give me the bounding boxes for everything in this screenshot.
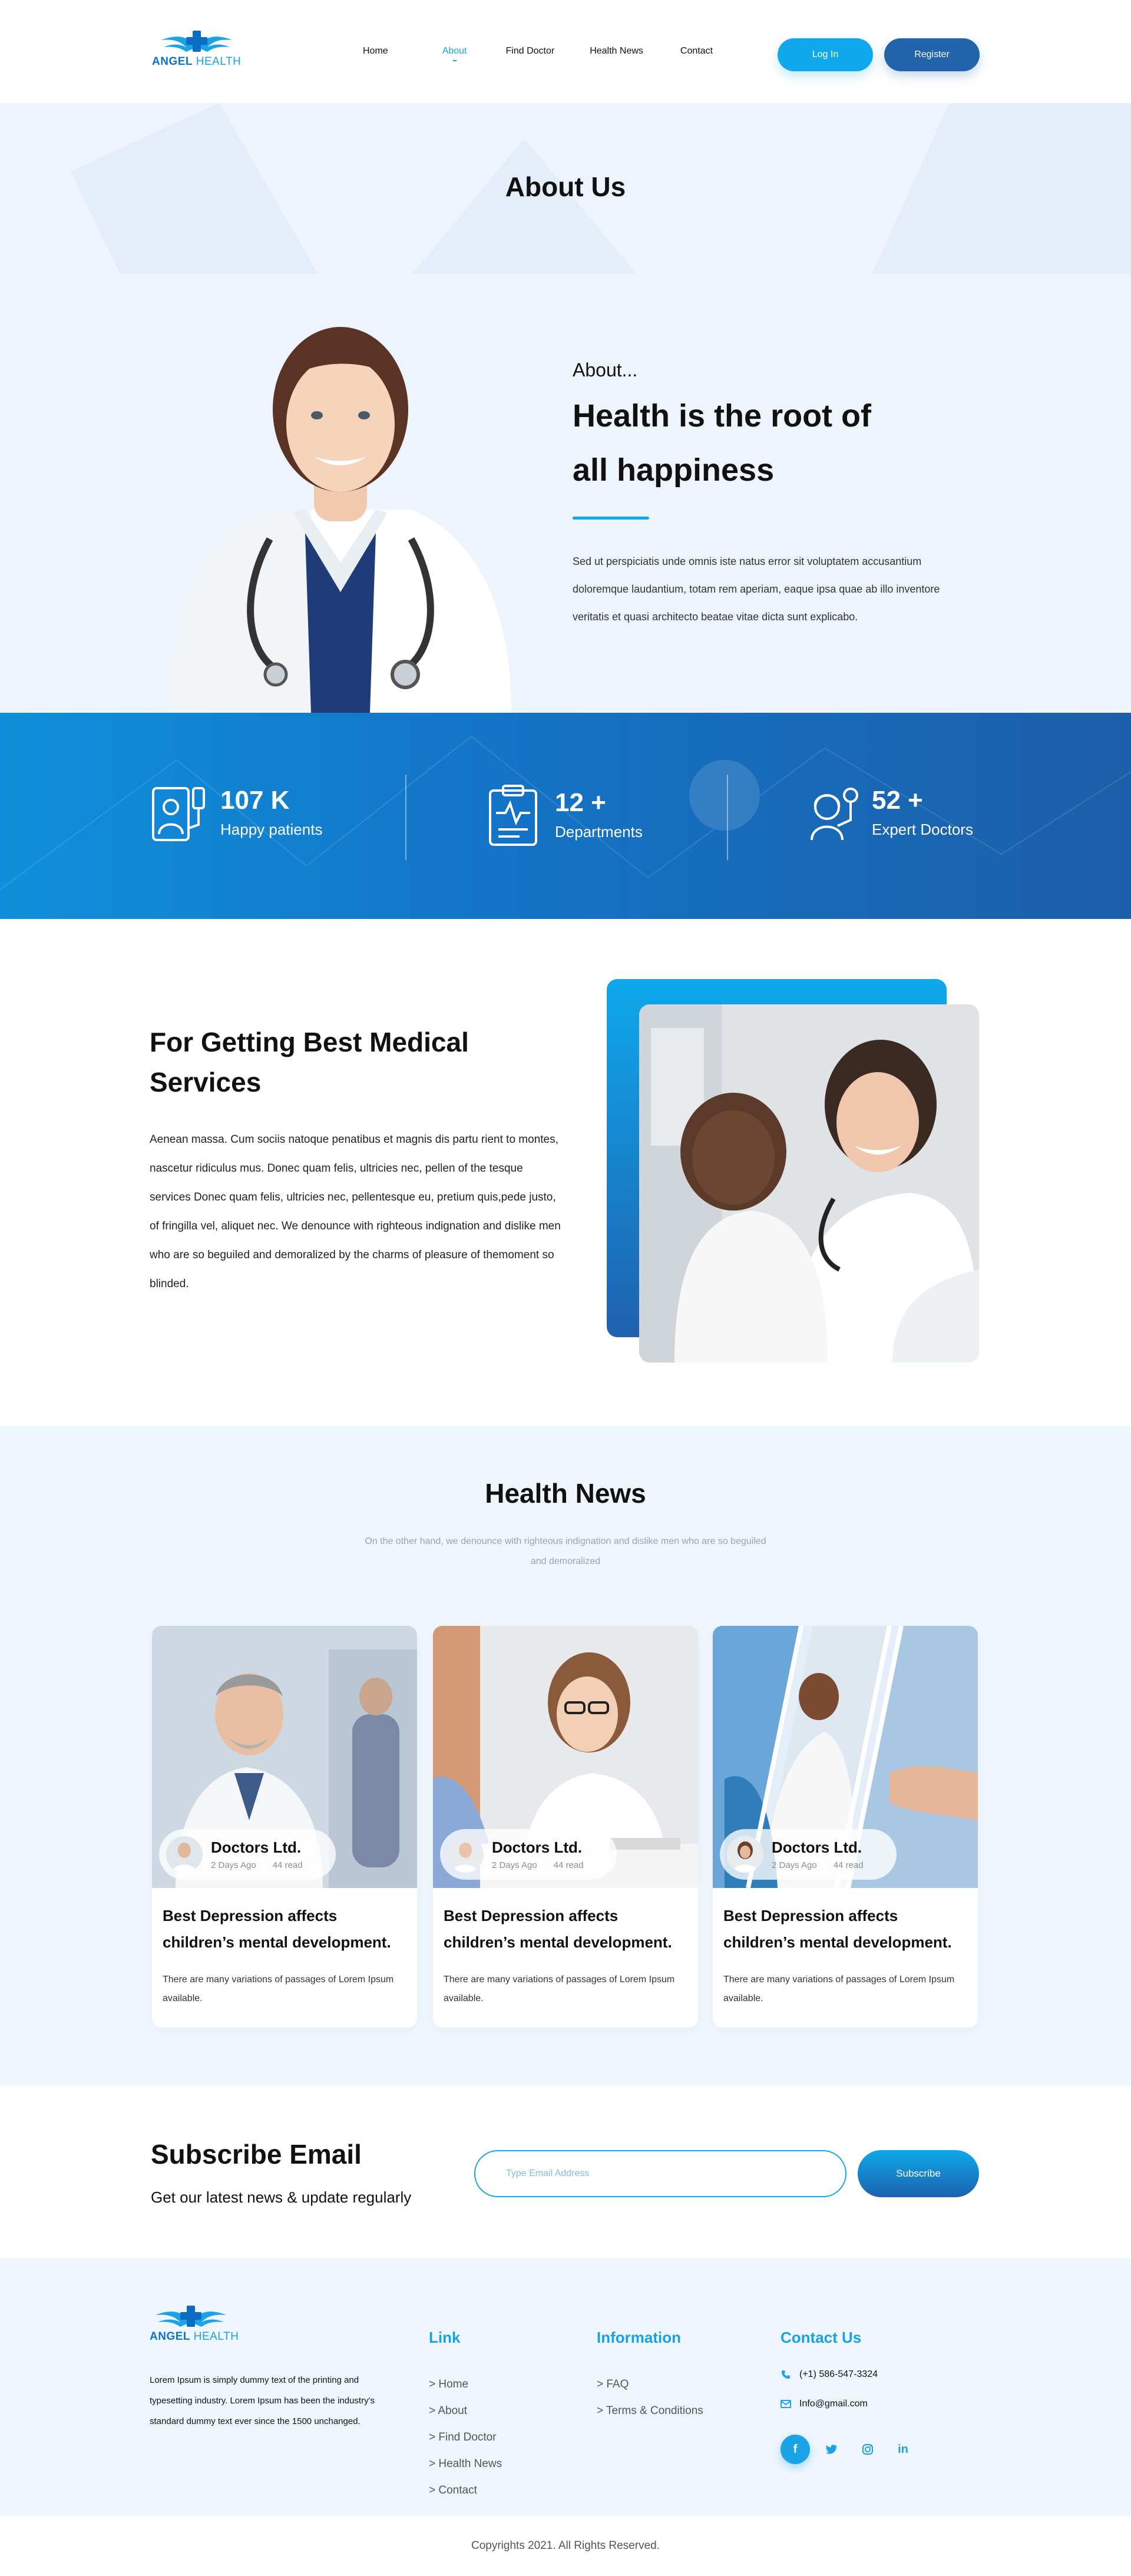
footer-link-faq[interactable]: > FAQ <box>597 2371 703 2398</box>
services-text: Aenean massa. Cum sociis natoque penatib… <box>150 1133 561 1290</box>
author-name: Doctors Ltd. <box>211 1838 302 1856</box>
site-header: ANGEL HEALTH Home About Find Doctor Heal… <box>0 0 1131 103</box>
page: ANGEL HEALTH Home About Find Doctor Heal… <box>0 0 1131 2576</box>
angel-wings-cross-icon <box>156 2306 226 2327</box>
news-card-title[interactable]: Best Depression affects children’s menta… <box>163 1903 410 1956</box>
nav-about[interactable]: About <box>442 46 467 57</box>
about-text: Sed ut perspiciatis unde omnis iste natu… <box>573 555 940 623</box>
services-heading: For Getting Best Medical Services <box>150 1027 469 1097</box>
stat-value: 107 K <box>220 785 290 815</box>
read-count: 44 read <box>272 1860 303 1870</box>
nav-home[interactable]: Home <box>363 46 388 57</box>
facebook-icon[interactable]: f <box>781 2435 810 2464</box>
author-name: Doctors Ltd. <box>772 1838 862 1856</box>
author-chip: Doctors Ltd. 2 Days Ago 44 read <box>720 1829 897 1880</box>
news-card-title[interactable]: Best Depression affects children’s menta… <box>723 1903 971 1956</box>
copyright: Copyrights 2021. All Rights Reserved. <box>0 2515 1131 2576</box>
news-card-text: There are many variations of passages of… <box>444 1975 675 2003</box>
footer-link-health-news[interactable]: > Health News <box>429 2451 502 2477</box>
nav-contact[interactable]: Contact <box>680 46 713 57</box>
stat-expert-doctors: 52 + Expert Doctors <box>803 783 973 842</box>
subscribe-text: Get our latest news & update regularly <box>151 2188 412 2206</box>
news-subtitle: On the other hand, we denounce with righ… <box>365 1536 766 1566</box>
author-chip: Doctors Ltd. 2 Days Ago 44 read <box>159 1829 336 1880</box>
author-avatar <box>727 1836 763 1873</box>
news-title: Health News <box>485 1478 646 1509</box>
email-input[interactable] <box>474 2150 846 2197</box>
subscribe-title: Subscribe Email <box>151 2139 362 2170</box>
post-time: 2 Days Ago <box>492 1860 537 1870</box>
logo-text: ANGEL HEALTH <box>150 2330 239 2343</box>
logo-text: ANGEL HEALTH <box>152 55 242 68</box>
post-time: 2 Days Ago <box>772 1860 817 1870</box>
news-card-text: There are many variations of passages of… <box>723 1975 955 2003</box>
news-card[interactable]: Doctors Ltd. 2 Days Ago 44 read Best Depr… <box>713 1626 978 2028</box>
stat-label: Departments <box>555 822 643 841</box>
divider <box>405 775 406 860</box>
subscribe-button[interactable]: Subscribe <box>858 2150 979 2197</box>
footer-links: > Home > About > Find Doctor > Health Ne… <box>429 2371 502 2504</box>
page-title: About Us <box>505 171 626 202</box>
instagram-icon[interactable] <box>853 2435 882 2464</box>
news-card-title[interactable]: Best Depression affects children’s menta… <box>444 1903 691 1956</box>
twitter-icon[interactable] <box>817 2435 846 2464</box>
footer-link-about[interactable]: > About <box>429 2398 502 2424</box>
logo[interactable]: ANGEL HEALTH <box>152 29 241 68</box>
read-count: 44 read <box>553 1860 584 1870</box>
news-card[interactable]: Doctors Ltd. 2 Days Ago 44 read Best Depr… <box>433 1626 698 2028</box>
phone-icon <box>781 2369 791 2380</box>
author-avatar <box>447 1836 484 1873</box>
post-time: 2 Days Ago <box>211 1860 256 1870</box>
stat-value: 52 + <box>872 785 923 815</box>
read-count: 44 read <box>833 1860 864 1870</box>
patient-icon <box>152 787 205 841</box>
stat-value: 12 + <box>555 788 606 817</box>
heading-underline <box>573 517 649 520</box>
main-nav: Home About Find Doctor Health News Conta… <box>363 46 750 57</box>
linkedin-icon[interactable]: in <box>888 2435 918 2464</box>
register-button[interactable]: Register <box>884 38 980 71</box>
contact-email[interactable]: Info@gmail.com <box>781 2399 868 2409</box>
footer-link-find-doctor[interactable]: > Find Doctor <box>429 2424 502 2451</box>
stat-happy-patients: 107 K Happy patients <box>151 783 322 842</box>
footer-link-contact[interactable]: > Contact <box>429 2477 502 2504</box>
nav-health-news[interactable]: Health News <box>590 46 643 57</box>
news-card[interactable]: Doctors Ltd. 2 Days Ago 44 read Best Depr… <box>152 1626 417 2028</box>
footer-info-links: > FAQ > Terms & Conditions <box>597 2371 703 2424</box>
divider <box>727 775 728 860</box>
doctor-icon <box>811 788 858 841</box>
doctor-photo <box>158 286 523 713</box>
clipboard-icon <box>489 785 537 846</box>
author-avatar <box>166 1836 203 1873</box>
footer-info-title: Information <box>597 2329 681 2346</box>
banner-shape <box>412 138 636 274</box>
about-kicker: About... <box>573 359 638 381</box>
nav-find-doctor[interactable]: Find Doctor <box>506 46 555 57</box>
stat-label: Happy patients <box>220 820 323 838</box>
footer-contact-title: Contact Us <box>781 2329 862 2346</box>
author-chip: Doctors Ltd. 2 Days Ago 44 read <box>440 1829 617 1880</box>
contact-phone[interactable]: (+1) 586-547-3324 <box>781 2369 878 2380</box>
doctor-with-child-photo <box>639 1004 979 1363</box>
about-heading: Health is the root of all happiness <box>573 398 872 488</box>
footer-about-text: Lorem Ipsum is simply dummy text of the … <box>150 2375 375 2426</box>
angel-wings-cross-icon <box>161 31 232 52</box>
footer-link-home[interactable]: > Home <box>429 2371 502 2398</box>
footer-logo[interactable]: ANGEL HEALTH <box>150 2304 239 2343</box>
stat-departments: 12 + Departments <box>487 783 643 847</box>
footer-link-terms[interactable]: > Terms & Conditions <box>597 2398 703 2424</box>
news-card-text: There are many variations of passages of… <box>163 1975 394 2003</box>
author-name: Doctors Ltd. <box>492 1838 583 1856</box>
footer-links-title: Link <box>429 2329 461 2346</box>
login-button[interactable]: Log In <box>778 38 873 71</box>
mail-icon <box>781 2399 791 2409</box>
stat-label: Expert Doctors <box>872 820 973 838</box>
